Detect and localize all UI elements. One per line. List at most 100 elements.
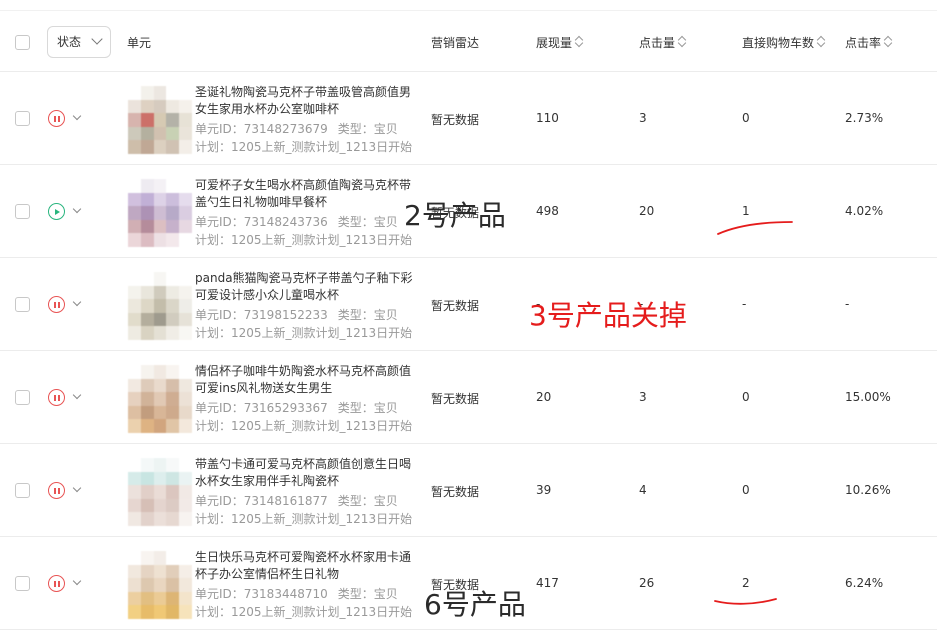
product-title[interactable]: panda熊猫陶瓷马克杯子带盖勺子釉下彩可爱设计感小众儿童喝水杯 (195, 270, 415, 304)
column-ctr-sort[interactable]: 点击率 (845, 34, 893, 51)
unit-id: 单元ID：73165293367 (195, 401, 328, 415)
impressions-cell: 498 (536, 204, 559, 218)
unit-plan: 计划：1205上新_测款计划_1213日开始 (195, 140, 413, 154)
chevron-down-icon[interactable] (72, 483, 82, 493)
play-status-icon[interactable] (48, 203, 65, 220)
product-thumbnail[interactable] (128, 551, 192, 619)
column-ctr-label: 点击率 (845, 36, 882, 50)
product-title[interactable]: 圣诞礼物陶瓷马克杯子带盖吸管高颜值男女生家用水杯办公室咖啡杯 (195, 84, 415, 118)
unit-plan: 计划：1205上新_测款计划_1213日开始 (195, 233, 413, 247)
unit-plan: 计划：1205上新_测款计划_1213日开始 (195, 605, 413, 619)
row-checkbox[interactable] (15, 204, 30, 219)
units-table: 状态 单元 营销雷达 展现量 点击量 直接购物车数 点击率 圣诞礼物陶瓷马克杯子… (0, 10, 937, 630)
radar-cell: 暂无数据 (431, 578, 480, 592)
unit-type: 类型：宝贝 (337, 587, 398, 601)
radar-cell: 暂无数据 (431, 485, 480, 499)
sort-icon (574, 35, 584, 48)
column-clicks-sort[interactable]: 点击量 (639, 34, 687, 51)
pause-status-icon[interactable] (48, 482, 65, 499)
column-cart-sort[interactable]: 直接购物车数 (742, 34, 826, 51)
row-checkbox[interactable] (15, 111, 30, 126)
impressions-cell: 417 (536, 576, 559, 590)
row-checkbox[interactable] (15, 390, 30, 405)
table-row: 带盖勺卡通可爱马克杯高颜值创意生日喝水杯女生家用伴手礼陶瓷杯单元ID：73148… (0, 444, 937, 537)
chevron-down-icon (91, 33, 103, 45)
table-row: panda熊猫陶瓷马克杯子带盖勺子釉下彩可爱设计感小众儿童喝水杯单元ID：731… (0, 258, 937, 351)
status-filter-label: 状态 (57, 35, 82, 49)
ctr-cell: - (845, 297, 850, 311)
radar-cell: 暂无数据 (431, 206, 480, 220)
cart-cell: 0 (742, 483, 750, 497)
column-unit: 单元 (127, 36, 152, 50)
unit-plan: 计划：1205上新_测款计划_1213日开始 (195, 326, 413, 340)
cart-cell: 1 (742, 204, 750, 218)
product-title[interactable]: 带盖勺卡通可爱马克杯高颜值创意生日喝水杯女生家用伴手礼陶瓷杯 (195, 456, 415, 490)
clicks-cell: 4 (639, 483, 647, 497)
unit-meta: 单元ID：73148243736 类型：宝贝 (195, 213, 398, 230)
cart-cell: 0 (742, 111, 750, 125)
sort-icon (816, 35, 826, 48)
ctr-cell: 2.73% (845, 111, 884, 125)
clicks-cell: 26 (639, 576, 655, 590)
clicks-cell: 3 (639, 111, 647, 125)
unit-meta: 单元ID：73183448710 类型：宝贝 (195, 585, 398, 602)
unit-meta: 单元ID：73198152233 类型：宝贝 (195, 306, 398, 323)
row-checkbox[interactable] (15, 483, 30, 498)
radar-cell: 暂无数据 (431, 299, 480, 313)
product-thumbnail[interactable] (128, 272, 192, 340)
product-thumbnail[interactable] (128, 179, 192, 247)
unit-meta: 单元ID：73148273679 类型：宝贝 (195, 120, 398, 137)
sort-icon (883, 35, 893, 48)
ctr-cell: 4.02% (845, 204, 884, 218)
chevron-down-icon[interactable] (72, 297, 82, 307)
unit-id: 单元ID：73198152233 (195, 308, 328, 322)
radar-cell: 暂无数据 (431, 113, 480, 127)
clicks-cell: 20 (639, 204, 655, 218)
column-impressions-label: 展现量 (536, 36, 573, 50)
unit-id: 单元ID：73148273679 (195, 122, 328, 136)
table-row: 情侣杯子咖啡牛奶陶瓷水杯马克杯高颜值可爱ins风礼物送女生男生单元ID：7316… (0, 351, 937, 444)
unit-type: 类型：宝贝 (337, 122, 398, 136)
impressions-cell: - (536, 297, 541, 311)
chevron-down-icon[interactable] (72, 111, 82, 121)
table-row: 圣诞礼物陶瓷马克杯子带盖吸管高颜值男女生家用水杯办公室咖啡杯单元ID：73148… (0, 72, 937, 165)
column-marketing-radar: 营销雷达 (431, 36, 480, 50)
radar-cell: 暂无数据 (431, 392, 480, 406)
cart-cell: - (742, 297, 747, 311)
unit-meta: 单元ID：73148161877 类型：宝贝 (195, 492, 398, 509)
column-impressions-sort[interactable]: 展现量 (536, 34, 584, 51)
product-thumbnail[interactable] (128, 458, 192, 526)
table-row: 可爱杯子女生喝水杯高颜值陶瓷马克杯带盖勺生日礼物咖啡早餐杯单元ID：731482… (0, 165, 937, 258)
status-filter-select[interactable]: 状态 (47, 26, 111, 58)
pause-status-icon[interactable] (48, 296, 65, 313)
column-cart-label: 直接购物车数 (742, 36, 815, 50)
table-header: 状态 单元 营销雷达 展现量 点击量 直接购物车数 点击率 (0, 10, 937, 72)
impressions-cell: 20 (536, 390, 552, 404)
sort-icon (677, 35, 687, 48)
select-all-checkbox[interactable] (15, 35, 30, 50)
ctr-cell: 15.00% (845, 390, 891, 404)
pause-status-icon[interactable] (48, 110, 65, 127)
unit-type: 类型：宝贝 (337, 215, 398, 229)
chevron-down-icon[interactable] (72, 204, 82, 214)
ctr-cell: 6.24% (845, 576, 884, 590)
chevron-down-icon[interactable] (72, 576, 82, 586)
pause-status-icon[interactable] (48, 575, 65, 592)
product-thumbnail[interactable] (128, 86, 192, 154)
unit-type: 类型：宝贝 (337, 308, 398, 322)
product-thumbnail[interactable] (128, 365, 192, 433)
product-title[interactable]: 情侣杯子咖啡牛奶陶瓷水杯马克杯高颜值可爱ins风礼物送女生男生 (195, 363, 415, 397)
row-checkbox[interactable] (15, 576, 30, 591)
unit-type: 类型：宝贝 (337, 401, 398, 415)
chevron-down-icon[interactable] (72, 390, 82, 400)
row-checkbox[interactable] (15, 297, 30, 312)
unit-id: 单元ID：73148161877 (195, 494, 328, 508)
product-title[interactable]: 生日快乐马克杯可爱陶瓷杯水杯家用卡通杯子办公室情侣杯生日礼物 (195, 549, 415, 583)
ctr-cell: 10.26% (845, 483, 891, 497)
cart-cell: 2 (742, 576, 750, 590)
product-title[interactable]: 可爱杯子女生喝水杯高颜值陶瓷马克杯带盖勺生日礼物咖啡早餐杯 (195, 177, 415, 211)
unit-plan: 计划：1205上新_测款计划_1213日开始 (195, 419, 413, 433)
clicks-cell: 3 (639, 390, 647, 404)
unit-id: 单元ID：73183448710 (195, 587, 328, 601)
pause-status-icon[interactable] (48, 389, 65, 406)
